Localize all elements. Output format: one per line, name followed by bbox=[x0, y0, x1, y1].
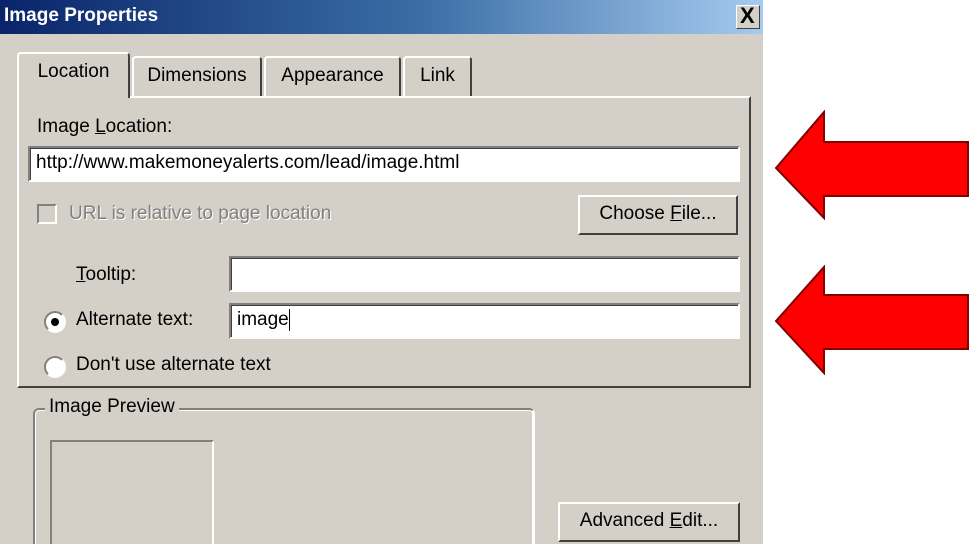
tab-dimensions-label: Dimensions bbox=[147, 65, 247, 86]
close-button[interactable]: X bbox=[736, 3, 760, 29]
left-arrow-icon bbox=[774, 265, 969, 375]
tab-appearance[interactable]: Appearance bbox=[264, 56, 401, 96]
image-preview-area bbox=[50, 440, 214, 544]
image-preview-legend: Image Preview bbox=[45, 396, 179, 418]
image-properties-dialog: Image Properties X Location Dimensions A… bbox=[0, 0, 763, 544]
window-title: Image Properties bbox=[4, 5, 159, 26]
tab-location-label: Location bbox=[37, 61, 110, 82]
advanced-edit-button[interactable]: Advanced Edit... bbox=[558, 502, 740, 542]
close-icon: X bbox=[740, 3, 755, 28]
tab-link-label: Link bbox=[420, 65, 455, 86]
location-tab-panel bbox=[17, 96, 751, 388]
tab-link[interactable]: Link bbox=[403, 56, 472, 96]
tab-location[interactable]: Location bbox=[17, 52, 130, 98]
tab-appearance-label: Appearance bbox=[281, 65, 384, 86]
left-arrow-icon bbox=[774, 110, 969, 220]
title-bar[interactable]: Image Properties X bbox=[0, 0, 763, 34]
tab-dimensions[interactable]: Dimensions bbox=[132, 56, 262, 96]
